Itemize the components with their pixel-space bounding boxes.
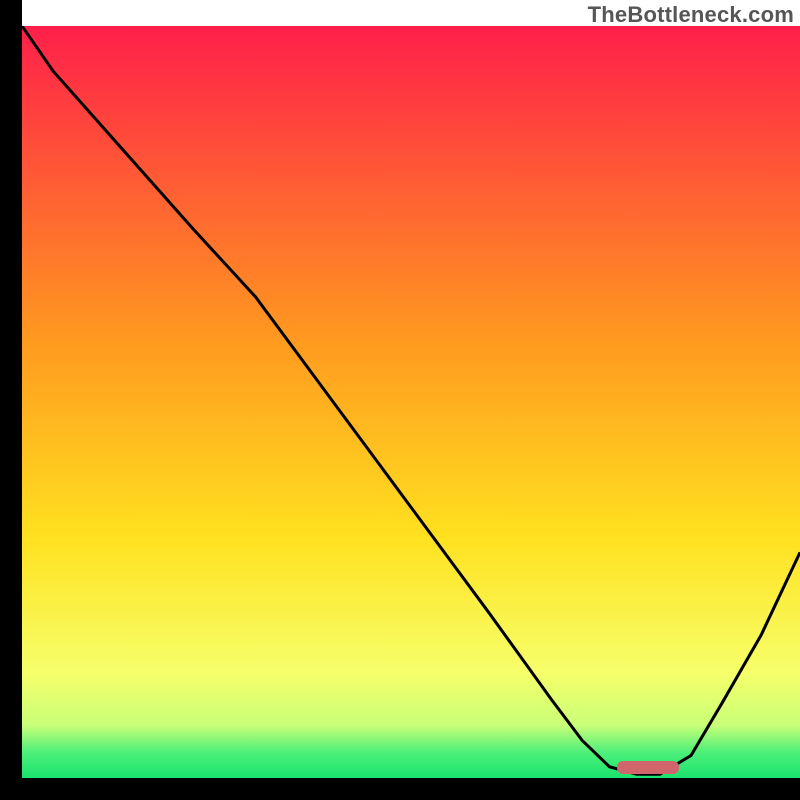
optimal-zone-marker bbox=[617, 761, 679, 773]
x-axis bbox=[0, 778, 800, 800]
plot-svg bbox=[22, 26, 800, 778]
y-axis bbox=[0, 0, 22, 800]
gradient-background bbox=[22, 26, 800, 778]
bottleneck-gradient-chart: TheBottleneck.com bbox=[0, 0, 800, 800]
plot-area bbox=[22, 26, 800, 778]
